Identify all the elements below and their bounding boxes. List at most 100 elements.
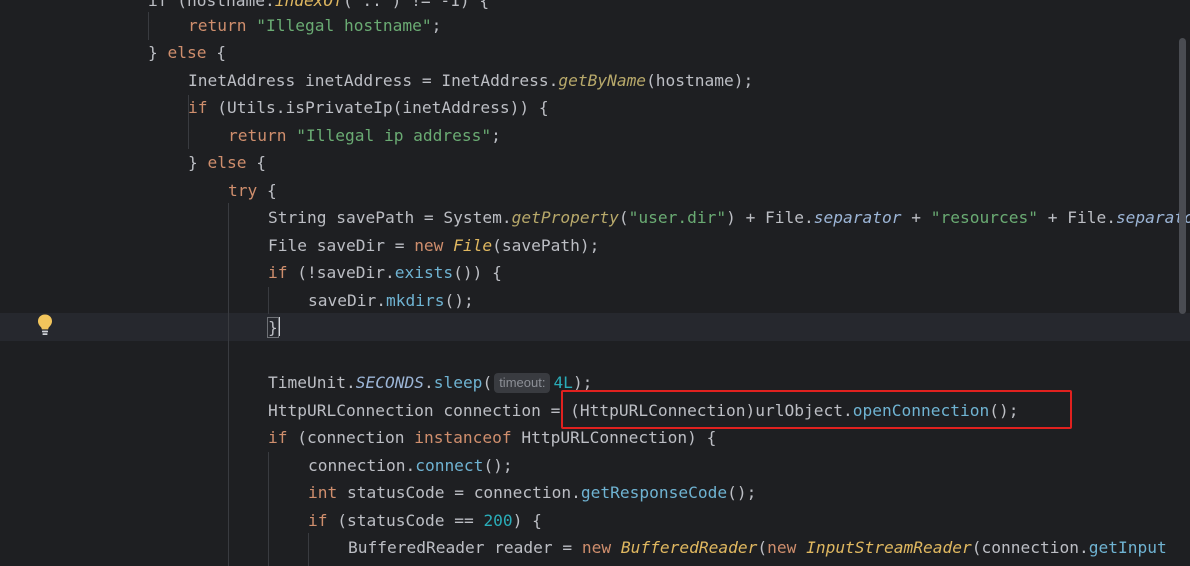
code-token: (Utils.isPrivateIp(inetAddress)) { <box>207 98 549 117</box>
code-token: InputStreamReader <box>806 538 972 557</box>
code-token: saveDir. <box>308 291 386 310</box>
text-caret <box>277 317 280 336</box>
code-token: int <box>308 483 338 502</box>
code-token: ()) { <box>453 263 502 282</box>
code-token: getInput <box>1088 538 1167 557</box>
code-token: ( <box>757 538 768 557</box>
code-token: "user.dir" <box>628 208 727 227</box>
code-line[interactable]: return "Illegal ip address"; <box>228 122 501 149</box>
code-token: if <box>268 428 288 447</box>
code-token: (connection <box>287 428 415 447</box>
lightbulb-icon[interactable] <box>36 313 54 337</box>
code-line[interactable]: return "Illegal hostname"; <box>188 12 441 39</box>
code-token: TimeUnit. <box>268 373 356 392</box>
vertical-scrollbar[interactable] <box>1176 0 1190 566</box>
code-token: getResponseCode <box>580 483 728 502</box>
code-token: getByName <box>558 71 647 90</box>
code-token: File saveDir = <box>268 236 415 255</box>
code-token: HttpURLConnection) { <box>511 428 717 447</box>
code-token: new <box>414 236 454 255</box>
code-line[interactable]: File saveDir = new File(savePath); <box>268 232 599 259</box>
code-token: } <box>148 43 168 62</box>
indent-guide <box>148 12 149 40</box>
code-token: return <box>228 126 297 145</box>
code-line[interactable]: BufferedReader reader = new BufferedRead… <box>348 534 1167 561</box>
indent-guide <box>268 287 269 314</box>
code-token: InetAddress inetAddress = InetAddress. <box>188 71 559 90</box>
code-token: ( <box>482 373 493 392</box>
code-token: (hostname); <box>646 71 754 90</box>
code-token: (savePath); <box>492 236 600 255</box>
code-token: { <box>206 43 226 62</box>
code-line[interactable]: connection.connect(); <box>308 452 513 479</box>
code-token: (!saveDir. <box>287 263 395 282</box>
code-token: exists <box>394 263 454 282</box>
code-token: (); <box>483 456 513 475</box>
code-token: File <box>453 236 493 255</box>
code-token: if <box>188 98 208 117</box>
code-token: + <box>901 208 931 227</box>
parameter-hint: timeout: <box>494 373 551 393</box>
code-token: (statusCode == <box>327 511 484 530</box>
code-token: mkdirs <box>385 291 445 310</box>
code-token: getProperty <box>511 208 619 227</box>
indent-guide <box>308 533 309 566</box>
code-token: (connection. <box>971 538 1089 557</box>
code-token: connect <box>415 456 484 475</box>
code-token: { <box>246 153 266 172</box>
code-line[interactable]: } <box>267 314 280 341</box>
code-token: + File. <box>1037 208 1116 227</box>
code-token: ) { <box>512 511 542 530</box>
code-line[interactable]: InetAddress inetAddress = InetAddress.ge… <box>188 67 753 94</box>
code-token: new <box>581 538 621 557</box>
code-token: return <box>188 16 257 35</box>
code-token: (); <box>727 483 757 502</box>
code-token: indexOf <box>274 0 343 10</box>
code-token: sleep <box>433 373 483 392</box>
code-token: "resources" <box>930 208 1038 227</box>
editor-gutter <box>0 0 92 566</box>
code-token: BufferedReader reader = <box>348 538 582 557</box>
code-line[interactable]: String savePath = System.getProperty("us… <box>268 204 1190 231</box>
code-token: if (hostname. <box>148 0 275 10</box>
code-token: try <box>228 181 258 200</box>
indent-guide <box>228 203 229 566</box>
scrollbar-thumb[interactable] <box>1179 38 1186 314</box>
code-line[interactable]: } else { <box>188 149 266 176</box>
code-token: else <box>207 153 247 172</box>
indent-guide <box>268 452 269 566</box>
code-token: ; <box>491 126 501 145</box>
code-token: { <box>257 181 277 200</box>
code-line[interactable]: try { <box>228 177 277 204</box>
code-line[interactable]: int statusCode = connection.getResponseC… <box>308 479 756 506</box>
code-line[interactable]: if (!saveDir.exists()) { <box>268 259 502 286</box>
code-token: ) + File. <box>726 208 814 227</box>
code-token: } <box>188 153 208 172</box>
code-line[interactable]: if (Utils.isPrivateIp(inetAddress)) { <box>188 94 549 121</box>
code-token: separator <box>813 208 902 227</box>
code-token: } <box>267 317 279 338</box>
code-token: if <box>268 263 288 282</box>
code-line[interactable]: if (statusCode == 200) { <box>308 507 542 534</box>
code-token: . <box>423 373 434 392</box>
code-token: new <box>767 538 807 557</box>
code-token: statusCode = connection. <box>337 483 581 502</box>
code-token: SECONDS <box>355 373 424 392</box>
code-token: ("..") != -1) { <box>342 0 490 10</box>
code-token: "Illegal hostname" <box>256 16 432 35</box>
code-line[interactable]: saveDir.mkdirs(); <box>308 287 474 314</box>
code-token: 200 <box>483 511 513 530</box>
code-token: "Illegal ip address" <box>296 126 492 145</box>
code-token: ; <box>431 16 442 35</box>
code-token: if <box>308 511 328 530</box>
code-line[interactable]: TimeUnit.SECONDS.sleep(timeout: 4L); <box>268 369 592 396</box>
code-token: ( <box>618 208 629 227</box>
code-token: BufferedReader <box>620 538 758 557</box>
code-line[interactable]: } else { <box>148 39 226 66</box>
code-token: connection. <box>308 456 416 475</box>
current-line-highlight <box>0 313 1190 341</box>
code-token: instanceof <box>414 428 512 447</box>
code-token: String savePath = System. <box>268 208 512 227</box>
annotation-red-box <box>561 390 1072 429</box>
code-token: (); <box>444 291 474 310</box>
